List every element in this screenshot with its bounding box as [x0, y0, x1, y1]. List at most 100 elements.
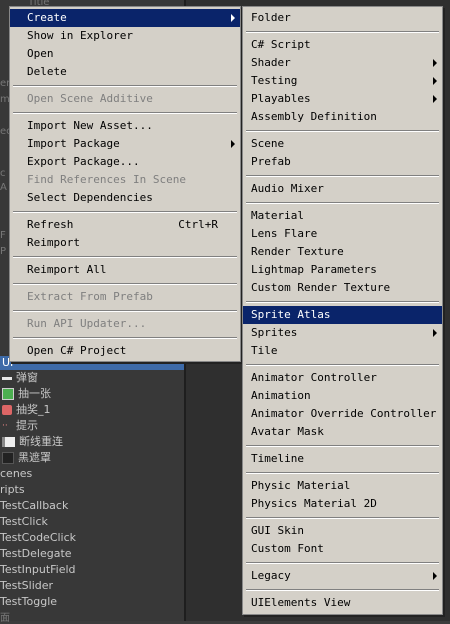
dots-icon: ·· — [2, 421, 8, 431]
menu-item-label: Animator Override Controller — [251, 407, 437, 420]
menu-item-label: Extract From Prefab — [27, 290, 153, 303]
menu-item-label: Sprite Atlas — [251, 308, 331, 321]
menu-item-label: Import Package — [27, 137, 120, 150]
menu-item-label: Lightmap Parameters — [251, 263, 377, 276]
script-item[interactable]: TestCodeClick — [0, 530, 184, 546]
hierarchy-item[interactable]: ·· 提示 — [0, 418, 184, 434]
menu-item-physics-material-2d[interactable]: Physics Material 2D — [243, 495, 442, 513]
ghost-text: 面 — [0, 613, 10, 624]
menu-item-playables[interactable]: Playables — [243, 90, 442, 108]
menu-item-uielements-view[interactable]: UIElements View — [243, 594, 442, 612]
menu-item-shortcut: Ctrl+R — [178, 218, 218, 231]
menu-item-sprite-atlas[interactable]: Sprite Atlas — [243, 306, 442, 324]
menu-item-material[interactable]: Material — [243, 207, 442, 225]
menu-item-lightmap-parameters[interactable]: Lightmap Parameters — [243, 261, 442, 279]
menu-item-reimport-all[interactable]: Reimport All — [10, 261, 240, 279]
script-label: TestInputField — [0, 563, 76, 576]
menu-item-label: Timeline — [251, 452, 304, 465]
panel-icon — [2, 437, 15, 447]
menu-item-legacy[interactable]: Legacy — [243, 567, 442, 585]
menu-item-custom-render-texture[interactable]: Custom Render Texture — [243, 279, 442, 297]
script-label: TestClick — [0, 515, 48, 528]
script-label: TestDelegate — [0, 547, 72, 560]
menu-item-testing[interactable]: Testing — [243, 72, 442, 90]
menu-item-label: Find References In Scene — [27, 173, 186, 186]
menu-separator — [246, 301, 439, 303]
menu-item-label: Custom Render Texture — [251, 281, 391, 294]
menu-item-label: Render Texture — [251, 245, 344, 258]
script-item[interactable]: TestClick — [0, 514, 184, 530]
menu-item-import-package[interactable]: Import Package — [10, 135, 240, 153]
menu-item-label: Shader — [251, 56, 291, 69]
hierarchy-item-label: 弹窗 — [16, 371, 38, 384]
hierarchy-item[interactable]: 弹窗 — [0, 370, 184, 386]
menu-item-label: Prefab — [251, 155, 291, 168]
ghost-text: F — [0, 230, 6, 241]
folder-item[interactable]: ripts — [0, 482, 184, 498]
menu-item-sprites[interactable]: Sprites — [243, 324, 442, 342]
menu-item-folder[interactable]: Folder — [243, 9, 442, 27]
script-item[interactable]: TestInputField — [0, 562, 184, 578]
menu-item-delete[interactable]: Delete — [10, 63, 240, 81]
menu-item-audio-mixer[interactable]: Audio Mixer — [243, 180, 442, 198]
menu-item-extract-from-prefab[interactable]: Extract From Prefab — [10, 288, 240, 306]
menu-item-render-texture[interactable]: Render Texture — [243, 243, 442, 261]
menu-item-timeline[interactable]: Timeline — [243, 450, 442, 468]
menu-item-export-package[interactable]: Export Package... — [10, 153, 240, 171]
menu-item-find-references[interactable]: Find References In Scene — [10, 171, 240, 189]
script-label: TestCallback — [0, 499, 69, 512]
menu-item-label: Open C# Project — [27, 344, 127, 357]
menu-item-physic-material[interactable]: Physic Material — [243, 477, 442, 495]
hierarchy-item[interactable]: 黑遮罩 — [0, 450, 184, 466]
menu-item-label: Scene — [251, 137, 285, 150]
menu-separator — [246, 517, 439, 519]
hierarchy-item[interactable]: 断线重连 — [0, 434, 184, 450]
menu-item-import-new-asset[interactable]: Import New Asset... — [10, 117, 240, 135]
menu-item-open-scene-additive[interactable]: Open Scene Additive — [10, 90, 240, 108]
hierarchy-item-label: 提示 — [16, 419, 38, 432]
menu-item-label: Legacy — [251, 569, 291, 582]
menu-item-refresh[interactable]: Refresh Ctrl+R — [10, 216, 240, 234]
script-item[interactable]: TestSlider — [0, 578, 184, 594]
image-icon — [2, 452, 14, 464]
folder-label: ripts — [0, 483, 25, 496]
menu-item-shader[interactable]: Shader — [243, 54, 442, 72]
script-item[interactable]: TestCallback — [0, 498, 184, 514]
menu-item-label: UIElements View — [251, 596, 351, 609]
menu-item-reimport[interactable]: Reimport — [10, 234, 240, 252]
menu-item-animation[interactable]: Animation — [243, 387, 442, 405]
ghost-text: A — [0, 182, 7, 193]
menu-item-scene[interactable]: Scene — [243, 135, 442, 153]
submenu-arrow-icon — [433, 95, 437, 103]
menu-item-open[interactable]: Open — [10, 45, 240, 63]
script-item[interactable]: TestToggle — [0, 594, 184, 610]
menu-item-label: Refresh — [27, 218, 74, 231]
menu-item-csharp-script[interactable]: C# Script — [243, 36, 442, 54]
menu-item-label: Testing — [251, 74, 298, 87]
submenu-arrow-icon — [231, 14, 235, 22]
menu-item-custom-font[interactable]: Custom Font — [243, 540, 442, 558]
hierarchy-item[interactable]: 抽一张 — [0, 386, 184, 402]
script-item[interactable]: TestDelegate — [0, 546, 184, 562]
menu-item-lens-flare[interactable]: Lens Flare — [243, 225, 442, 243]
menu-item-gui-skin[interactable]: GUI Skin — [243, 522, 442, 540]
menu-item-prefab[interactable]: Prefab — [243, 153, 442, 171]
menu-item-create[interactable]: Create — [10, 9, 240, 27]
folder-item[interactable]: cenes — [0, 466, 184, 482]
menu-item-label: Lens Flare — [251, 227, 318, 240]
menu-item-open-csharp-project[interactable]: Open C# Project — [10, 342, 240, 360]
menu-item-tile[interactable]: Tile — [243, 342, 442, 360]
menu-item-avatar-mask[interactable]: Avatar Mask — [243, 423, 442, 441]
menu-item-show-in-explorer[interactable]: Show in Explorer — [10, 27, 240, 45]
gameobject-icon — [2, 376, 12, 380]
menu-item-label: Open — [27, 47, 54, 60]
hierarchy-item[interactable]: 抽奖_1 — [0, 402, 184, 418]
menu-item-animator-override-controller[interactable]: Animator Override Controller — [243, 405, 442, 423]
menu-item-run-api-updater[interactable]: Run API Updater... — [10, 315, 240, 333]
menu-item-label: Custom Font — [251, 542, 324, 555]
menu-item-select-dependencies[interactable]: Select Dependencies — [10, 189, 240, 207]
menu-item-assembly-definition[interactable]: Assembly Definition — [243, 108, 442, 126]
menu-item-animator-controller[interactable]: Animator Controller — [243, 369, 442, 387]
menu-separator — [13, 211, 237, 213]
menu-item-label: C# Script — [251, 38, 311, 51]
